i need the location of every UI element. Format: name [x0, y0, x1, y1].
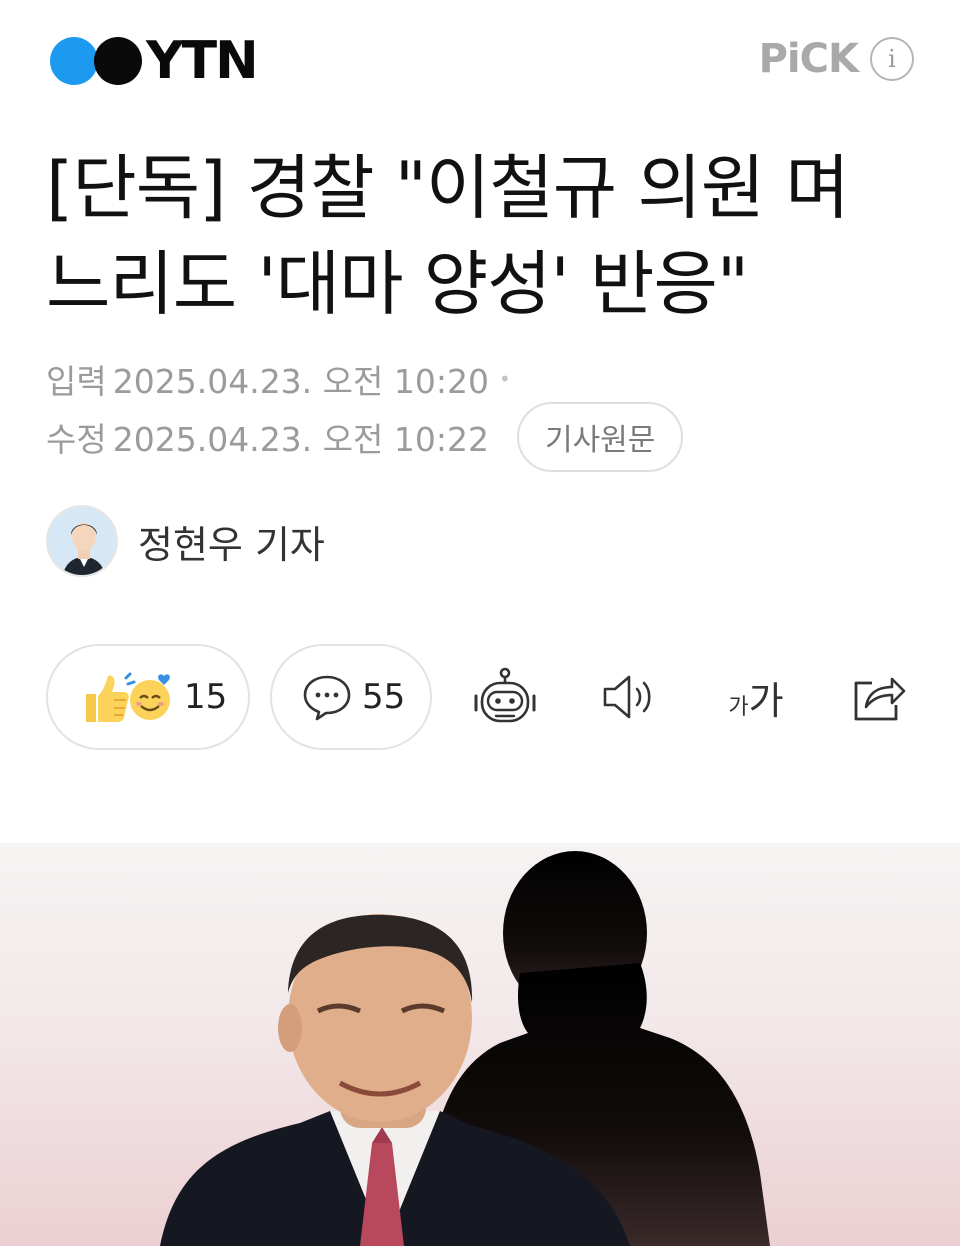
- ai-summary-button[interactable]: [470, 662, 540, 732]
- meta-separator: •: [498, 367, 511, 391]
- ytn-logo[interactable]: YTN: [50, 31, 259, 91]
- font-size-small-glyph: 가: [728, 694, 749, 720]
- logo-black-dot: [94, 37, 142, 85]
- modified-label: 수정: [46, 420, 107, 459]
- text-to-speech-button[interactable]: [594, 662, 664, 732]
- article-title-line-2: 느리도 '대마 양성' 반응": [46, 243, 749, 325]
- logo-blue-dot: [50, 37, 98, 85]
- input-date-row: 입력 2025.04.23. 오전 10:20 •: [46, 350, 683, 408]
- article-toolbar: 15 55 가가: [46, 644, 916, 750]
- input-datetime: 2025.04.23. 오전 10:20: [112, 362, 489, 401]
- article-meta: 입력 2025.04.23. 오전 10:20 • 수정 2025.04.23.…: [46, 350, 684, 472]
- modified-datetime: 2025.04.23. 오전 10:22: [112, 420, 489, 459]
- logo-wordmark: YTN: [146, 31, 259, 91]
- comment-count: 55: [362, 677, 406, 717]
- article-title-line-1: [단독] 경찰 "이철규 의원 며: [46, 147, 850, 229]
- reporter-name[interactable]: 정현우 기자: [138, 514, 325, 569]
- font-size-big-glyph: 가: [748, 678, 784, 723]
- comment-bubble-icon: [303, 675, 351, 721]
- font-size-button[interactable]: 가가: [716, 662, 796, 732]
- reporter-avatar[interactable]: [46, 505, 118, 577]
- pick-badge[interactable]: PiCK i: [759, 36, 914, 82]
- modified-date-row: 수정 2025.04.23. 오전 10:22 기사원문: [46, 402, 684, 472]
- info-icon[interactable]: i: [870, 37, 914, 81]
- reporter-portrait-icon: [48, 507, 116, 575]
- article-image: [160, 851, 770, 1246]
- pick-label: PiCK: [758, 36, 859, 82]
- article-title: [단독] 경찰 "이철규 의원 며 느리도 '대마 양성' 반응": [46, 140, 926, 332]
- reaction-count: 15: [184, 677, 228, 717]
- font-size-icon: 가가: [728, 670, 783, 725]
- robot-icon: [474, 667, 536, 723]
- reaction-emoji-icon: [86, 672, 170, 722]
- input-label: 입력: [46, 362, 107, 401]
- share-button[interactable]: [844, 662, 914, 732]
- reaction-button[interactable]: 15: [46, 644, 250, 750]
- speaker-icon: [603, 675, 651, 719]
- share-icon: [854, 677, 906, 721]
- article-photo[interactable]: [0, 843, 960, 1246]
- comment-button[interactable]: 55: [270, 644, 432, 750]
- reporter-info[interactable]: 정현우 기자: [46, 505, 325, 577]
- header-bar: YTN PiCK i: [0, 0, 960, 120]
- original-article-button[interactable]: 기사원문: [516, 402, 684, 472]
